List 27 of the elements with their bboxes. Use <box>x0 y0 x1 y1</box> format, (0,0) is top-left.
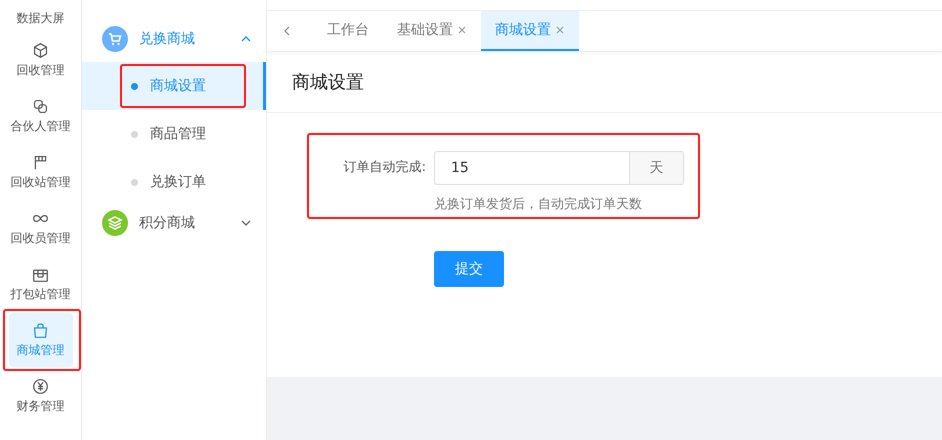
link-icon <box>32 98 49 114</box>
close-icon[interactable] <box>555 25 565 35</box>
cube-icon <box>32 42 49 58</box>
menu-group[interactable]: 积分商城 <box>82 206 266 240</box>
bullet-icon <box>131 130 138 138</box>
bullet-icon <box>131 82 138 90</box>
yen-icon <box>32 378 49 394</box>
page-title: 商城设置 <box>292 71 364 94</box>
rail-header: 数据大屏 <box>16 10 64 27</box>
bag-icon <box>32 322 49 338</box>
field-label: 订单自动完成: <box>342 159 426 177</box>
tab[interactable]: 工作台 <box>313 11 383 51</box>
rail-item[interactable]: 财务管理 <box>8 369 72 423</box>
bullet-icon <box>131 178 138 186</box>
rail-item[interactable]: 回收站管理 <box>8 145 72 199</box>
field-hint: 兑换订单发货后，自动完成订单天数 <box>434 196 643 213</box>
input-field[interactable]: 15 <box>434 151 629 185</box>
unit-addon: 天 <box>629 151 684 185</box>
tab[interactable]: 基础设置 <box>383 11 481 51</box>
rail-item[interactable]: 打包站管理 <box>8 257 72 311</box>
rail-item[interactable]: 合伙人管理 <box>8 89 72 143</box>
submenu-item[interactable]: 商品管理 <box>82 110 206 158</box>
rail-item[interactable]: 回收管理 <box>8 33 72 87</box>
flag-icon <box>32 154 49 170</box>
submenu-item[interactable]: 兑换订单 <box>82 158 206 206</box>
rail-item[interactable]: 回收员管理 <box>8 201 72 255</box>
close-icon[interactable] <box>457 25 467 35</box>
